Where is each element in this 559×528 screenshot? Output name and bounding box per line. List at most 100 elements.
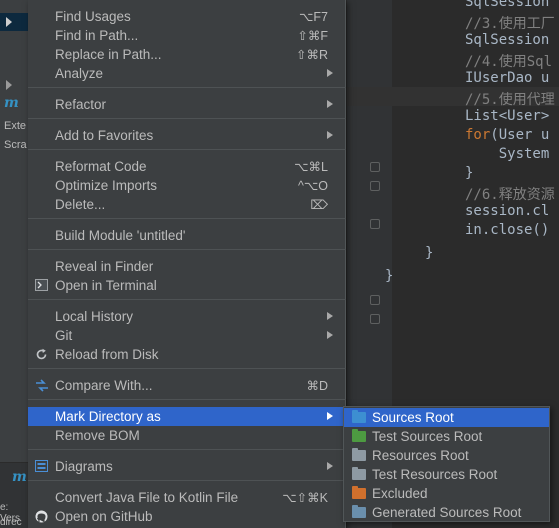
submenu-item-sources-root[interactable]: Sources Root <box>344 408 549 427</box>
menu-item-diagrams[interactable]: Diagrams <box>28 457 346 476</box>
code-line: in.close() <box>465 222 550 238</box>
menu-item-label: Local History <box>55 309 134 324</box>
code-line: System <box>465 146 550 162</box>
menu-item-reveal-in-finder[interactable]: Reveal in Finder <box>28 257 346 276</box>
menu-item-reload-from-disk[interactable]: Reload from Disk <box>28 345 346 364</box>
sources-folder-icon <box>352 410 366 423</box>
menu-item-git[interactable]: Git <box>28 326 346 345</box>
menu-item-label: Replace in Path... <box>55 47 162 62</box>
compare-icon <box>35 379 49 393</box>
menu-item-delete[interactable]: Delete... ⌦ <box>28 195 346 214</box>
menu-separator <box>28 368 346 369</box>
code-line: } <box>465 165 474 181</box>
menu-item-add-to-favorites[interactable]: Add to Favorites <box>28 126 346 145</box>
terminal-icon <box>35 279 49 293</box>
excluded-folder-icon <box>352 486 366 499</box>
menu-item-reformat-code[interactable]: Reformat Code ⌥⌘L <box>28 157 346 176</box>
menu-item-label: Diagrams <box>55 459 113 474</box>
expand-arrow-icon[interactable] <box>6 17 12 27</box>
menu-item-label: Git <box>55 328 73 343</box>
status-text: direc <box>0 517 22 528</box>
menu-item-label: Add to Favorites <box>55 128 154 143</box>
menu-item-shortcut: ⌦ <box>310 198 328 212</box>
menu-item-label: Open in Terminal <box>55 278 157 293</box>
menu-separator <box>28 149 346 150</box>
mark-directory-submenu: Sources Root Test Sources Root Resources… <box>343 406 550 522</box>
menu-separator <box>28 299 346 300</box>
menu-item-label: Compare With... <box>55 378 153 393</box>
tree-node-selected[interactable] <box>0 13 30 31</box>
code-line: IUserDao u <box>465 70 550 86</box>
menu-item-label: Refactor <box>55 97 107 112</box>
maven-module-icon: m <box>4 95 19 111</box>
submenu-item-label: Test Resources Root <box>372 467 498 482</box>
code-line: } <box>385 268 394 284</box>
menu-item-shortcut: ⇧⌘F <box>297 29 328 43</box>
menu-item-label: Build Module 'untitled' <box>55 228 186 243</box>
menu-item-label: Mark Directory as <box>55 409 161 424</box>
code-line: SqlSession <box>465 32 550 48</box>
menu-item-label: Find in Path... <box>55 28 139 43</box>
code-line: } <box>425 245 434 261</box>
menu-item-shortcut: ^⌥O <box>298 179 328 193</box>
tree-node-scratches[interactable]: Scra <box>0 137 30 155</box>
menu-item-open-on-github[interactable]: Open on GitHub <box>28 507 346 526</box>
menu-item-shortcut: ⌥F7 <box>299 10 328 24</box>
submenu-item-resources-root[interactable]: Resources Root <box>344 446 549 465</box>
menu-item-open-in-terminal[interactable]: Open in Terminal <box>28 276 346 295</box>
submenu-item-label: Sources Root <box>372 410 454 425</box>
submenu-arrow-icon <box>327 412 333 420</box>
code-line: SqlSession <box>465 0 550 10</box>
menu-item-local-history[interactable]: Local History <box>28 307 346 326</box>
menu-item-analyze[interactable]: Analyze <box>28 64 346 83</box>
menu-separator <box>28 118 346 119</box>
menu-item-label: Remove BOM <box>55 428 140 443</box>
menu-item-find-usages[interactable]: Find Usages ⌥F7 <box>28 7 346 26</box>
tree-node[interactable] <box>0 76 30 94</box>
tree-node-label: Scra <box>4 139 27 151</box>
diagram-icon <box>35 460 49 474</box>
menu-item-build-module[interactable]: Build Module 'untitled' <box>28 226 346 245</box>
submenu-arrow-icon <box>327 312 333 320</box>
menu-item-label: Analyze <box>55 66 104 81</box>
submenu-arrow-icon <box>327 100 333 108</box>
menu-item-shortcut: ⌥⌘L <box>294 160 328 174</box>
code-comment: //3.使用工厂 <box>465 16 555 32</box>
fold-marker-icon[interactable] <box>370 219 380 229</box>
menu-item-replace-in-path[interactable]: Replace in Path... ⇧⌘R <box>28 45 346 64</box>
code-line: List<User> <box>465 108 550 124</box>
menu-item-shortcut: ⇧⌘R <box>295 48 328 62</box>
menu-separator <box>28 218 346 219</box>
fold-marker-icon[interactable] <box>370 295 380 305</box>
menu-item-refactor[interactable]: Refactor <box>28 95 346 114</box>
code-line: for(User u <box>465 127 550 143</box>
test-sources-folder-icon <box>352 429 366 442</box>
generated-sources-folder-icon <box>352 505 366 518</box>
submenu-item-test-resources-root[interactable]: Test Resources Root <box>344 465 549 484</box>
project-panel: m Exte Scra m e: Vers direc <box>0 0 30 528</box>
menu-item-label: Reload from Disk <box>55 347 159 362</box>
menu-item-convert-to-kotlin[interactable]: Convert Java File to Kotlin File ⌥⇧⌘K <box>28 488 346 507</box>
menu-separator <box>28 449 346 450</box>
tree-node-external-libraries[interactable]: Exte <box>0 118 30 136</box>
submenu-item-excluded[interactable]: Excluded <box>344 484 549 503</box>
resources-folder-icon <box>352 448 366 461</box>
submenu-item-test-sources-root[interactable]: Test Sources Root <box>344 427 549 446</box>
menu-item-find-in-path[interactable]: Find in Path... ⇧⌘F <box>28 26 346 45</box>
menu-item-label: Find Usages <box>55 9 131 24</box>
menu-separator <box>28 399 346 400</box>
fold-marker-icon[interactable] <box>370 314 380 324</box>
fold-marker-icon[interactable] <box>370 181 380 191</box>
submenu-item-label: Resources Root <box>372 448 469 463</box>
code-line: session.cl <box>465 203 550 219</box>
menu-item-remove-bom[interactable]: Remove BOM <box>28 426 346 445</box>
tree-node-module[interactable]: m <box>0 95 30 113</box>
submenu-item-generated-sources-root[interactable]: Generated Sources Root <box>344 503 549 522</box>
tree-node-label: Exte <box>4 120 27 132</box>
menu-item-optimize-imports[interactable]: Optimize Imports ^⌥O <box>28 176 346 195</box>
menu-item-mark-directory-as[interactable]: Mark Directory as <box>28 407 346 426</box>
expand-arrow-icon[interactable] <box>6 80 12 90</box>
menu-item-shortcut: ⌘D <box>306 379 328 393</box>
fold-marker-icon[interactable] <box>370 162 380 172</box>
menu-item-compare-with[interactable]: Compare With... ⌘D <box>28 376 346 395</box>
